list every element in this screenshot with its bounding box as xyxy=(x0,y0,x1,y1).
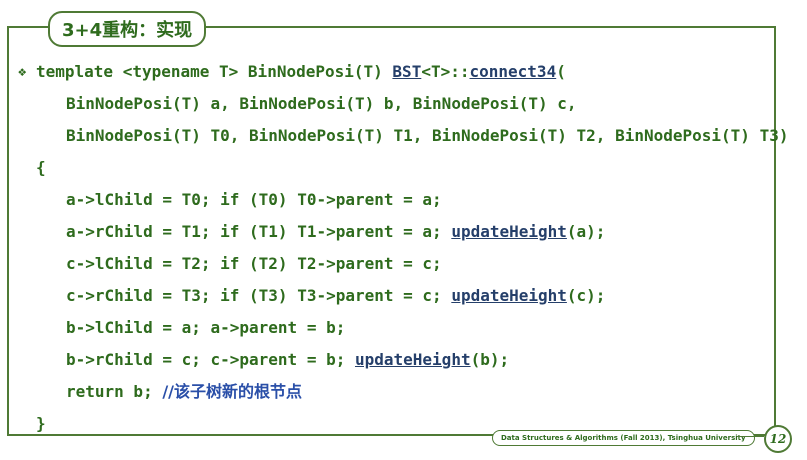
code-line-10: b->rChild = c; c->parent = b; updateHeig… xyxy=(66,350,509,370)
footer-connector xyxy=(737,436,764,437)
code-line-8: c->rChild = T3; if (T3) T3->parent = c; … xyxy=(66,286,605,306)
connect34-link[interactable]: connect34 xyxy=(470,62,557,81)
code-text: b->rChild = c; c->parent = b; xyxy=(66,350,355,369)
code-line-12: } xyxy=(36,414,46,433)
code-line-7: c->lChild = T2; if (T2) T2->parent = c; xyxy=(66,254,442,273)
update-height-link[interactable]: updateHeight xyxy=(451,222,567,241)
code-line-1: template <typename T> BinNodePosi(T) BST… xyxy=(36,62,566,82)
page-number-text: 12 xyxy=(769,432,787,446)
code-block: template <typename T> BinNodePosi(T) BST… xyxy=(0,0,807,460)
code-text: return b; xyxy=(66,382,163,401)
update-height-link[interactable]: updateHeight xyxy=(355,350,471,369)
code-text: (a); xyxy=(566,222,606,241)
slide-footer: Data Structures & Algorithms (Fall 2013)… xyxy=(492,430,755,446)
bst-link[interactable]: BST xyxy=(392,62,421,81)
update-height-link[interactable]: updateHeight xyxy=(451,286,567,305)
page-number: 12 xyxy=(764,425,792,453)
code-line-3: BinNodePosi(T) T0, BinNodePosi(T) T1, Bi… xyxy=(66,126,789,145)
code-text: template <typename T> BinNodePosi(T) xyxy=(36,62,393,81)
footer-text: Data Structures & Algorithms (Fall 2013)… xyxy=(501,434,746,442)
code-line-9: b->lChild = a; a->parent = b; xyxy=(66,318,346,337)
code-line-6: a->rChild = T1; if (T1) T1->parent = a; … xyxy=(66,222,605,242)
code-text: c->rChild = T3; if (T3) T3->parent = c; xyxy=(66,286,452,305)
code-text: a->rChild = T1; if (T1) T1->parent = a; xyxy=(66,222,452,241)
code-line-5: a->lChild = T0; if (T0) T0->parent = a; xyxy=(66,190,442,209)
code-text: <T>:: xyxy=(421,62,470,81)
code-line-4: { xyxy=(36,158,46,177)
code-text: (c); xyxy=(566,286,606,305)
code-comment: //该子树新的根节点 xyxy=(162,382,303,401)
code-line-2: BinNodePosi(T) a, BinNodePosi(T) b, BinN… xyxy=(66,94,577,113)
code-text: (b); xyxy=(470,350,510,369)
code-text: ( xyxy=(556,62,566,81)
code-line-11: return b; //该子树新的根节点 xyxy=(66,382,302,402)
